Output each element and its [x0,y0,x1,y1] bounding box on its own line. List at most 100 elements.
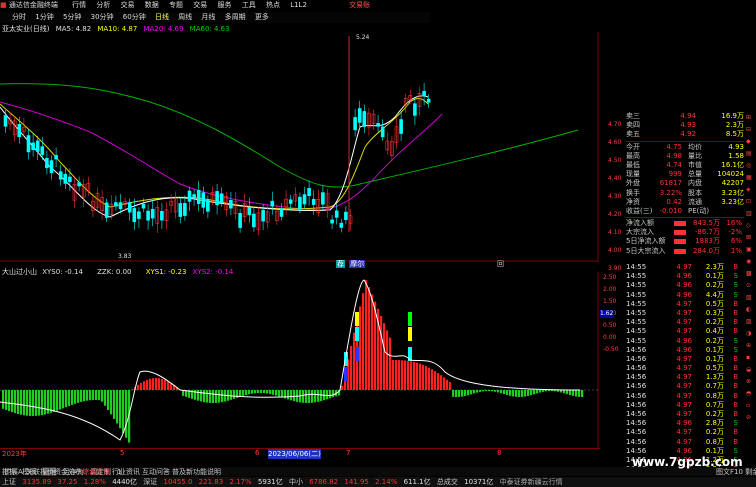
indicator-bar [509,390,512,396]
menu-item-l1l2[interactable]: L1L2 [290,1,307,9]
indicator-bar [482,390,485,392]
candle [196,189,201,204]
ext-item-5[interactable]: 互动问答 [142,467,170,477]
signal-tag-3[interactable]: 回 [497,259,504,269]
tick-row: 14:56 4.97 0.2万 B [626,428,744,437]
flow-pct: -2% [728,228,742,237]
menu-bar: ■ 通达信金融终端 行情 分析 交易 数据 专题 交易 服务 工具 热点 L1L… [0,0,756,12]
menu-item-hot[interactable]: 热点 [266,0,280,10]
candle [413,103,417,116]
candle [54,155,58,160]
candle [219,193,224,203]
sh-label[interactable]: 上证 [2,477,16,487]
stat-label: 股本 [688,188,702,197]
tick-direction: B [733,327,738,336]
tab-period-3[interactable]: 30分钟 [91,12,114,22]
candle [321,192,325,205]
indicator-bar [488,390,491,392]
tab-period-9[interactable]: 更多 [255,12,269,22]
tick-direction: B [733,410,738,418]
tick-price: 4.97 [676,410,692,418]
ext-item-2[interactable]: 资金分布 [54,467,82,477]
zx-label[interactable]: 中小 [289,477,303,487]
indicator-bar [392,360,395,390]
menu-item-data[interactable]: 数据 [145,0,159,10]
indicator-bar [371,294,374,390]
indicator-bar [212,390,215,403]
candle [288,199,293,204]
indicator-bar [245,390,248,396]
tab-period-0[interactable]: 分时 [12,12,26,22]
candlesticks [3,36,431,236]
menu-item-topic[interactable]: 专题 [169,0,183,10]
menu-item-tools[interactable]: 工具 [242,0,256,10]
signal-tag-1[interactable]: 荐 [336,260,345,268]
indicator-bar [242,390,245,396]
candle [35,140,40,152]
tick-row: 14:55 4.96 0.2万 S [626,281,744,290]
broker-label: 中泰证券新疆云行情 [499,478,563,486]
tab-period-1[interactable]: 1分钟 [35,12,53,22]
indicator-bar [209,390,212,403]
ext-item-4[interactable]: 行业资讯 [112,467,140,477]
candle [422,91,426,97]
indicator-bar [230,390,233,400]
tick-price: 4.97 [676,364,692,373]
candle [127,202,132,213]
tab-period-8[interactable]: 多周期 [225,12,246,22]
indicator-chart[interactable] [0,272,600,450]
indicator-bar [527,390,530,396]
stat-value [716,207,744,216]
app-title: 通达信金融终端 [8,1,58,9]
tab-period-2[interactable]: 5分钟 [63,12,81,22]
tick-row: 14:56 4.97 0.7万 B [626,401,744,410]
indicator-bar [248,390,251,395]
indicator-bar [140,382,143,390]
flow-label: 净流入额 [626,219,654,228]
indicator-bar [293,390,296,402]
stat-label: PE(动) [688,206,710,215]
tab-period-4[interactable]: 60分钟 [123,12,146,22]
indicator-bar [5,390,8,410]
indicator-bar [32,390,35,416]
candle [279,208,284,217]
ext-item-3[interactable]: 综合资讯 [82,467,110,477]
indicator-bar [464,390,467,396]
indicator-bar [161,378,164,390]
side-icon-strip[interactable]: ⊞ ⊟ ◆ ▤ ◎ ▦ ◈ ⊡ ▥ ◇ ⊠ ▣ ◉ ▩ ⊙ ▧ ◐ ▨ ◑ ⊕ ▪ ◒ ⊗ ◓ ▫ ⊘ [746,112,755,424]
signal-block [344,367,348,381]
ext-item-6[interactable]: 普及新功能说明 [172,467,221,477]
trade-account-link[interactable]: 交易账 [349,0,370,10]
menu-item-service[interactable]: 服务 [218,0,232,10]
menu-item-analysis[interactable]: 分析 [96,0,110,10]
indicator-bar [368,287,371,390]
ext-item-1[interactable]: 关联报价 [26,467,54,477]
ext-item-0[interactable]: 扩展A [4,467,23,477]
signal-tag-2[interactable]: 摩尔 [349,260,366,268]
candle [45,157,49,169]
menu-item-trade2[interactable]: 交易 [193,0,207,10]
tick-row: 14:56 4.96 0.1万 S [626,346,744,355]
menu-item-quotes[interactable]: 行情 [72,0,86,10]
candle [63,173,68,184]
indicator-bar [404,360,407,390]
indicator-bar [164,379,167,390]
candle [399,119,403,134]
stat-row: 外盘 61817 内盘 42207 [626,179,744,188]
kline-chart[interactable]: 5.24 3.83 [0,32,600,262]
flow-value: 843.5万 [692,219,720,228]
tick-list[interactable]: 14:55 4.97 2.3万 B 14:55 4.96 0.1万 S 14:55 … [626,263,744,474]
tick-row: 14:56 4.97 0.2万 B [626,410,744,419]
tick-time: 14:56 [626,364,647,373]
sz-label[interactable]: 深证 [143,477,157,487]
tab-period-5[interactable]: 日线 [155,12,169,22]
tab-period-7[interactable]: 月线 [201,12,215,22]
candle [49,160,54,174]
menu-item-trade[interactable]: 交易 [121,0,135,10]
price-marker: 1.62 [600,310,614,318]
tick-volume: 0.3万 [705,308,724,317]
indicator-curve [0,279,581,441]
tab-period-6[interactable]: 周线 [178,12,192,22]
indicator-bar [401,360,404,390]
stat-value: 4.75 [666,142,682,151]
